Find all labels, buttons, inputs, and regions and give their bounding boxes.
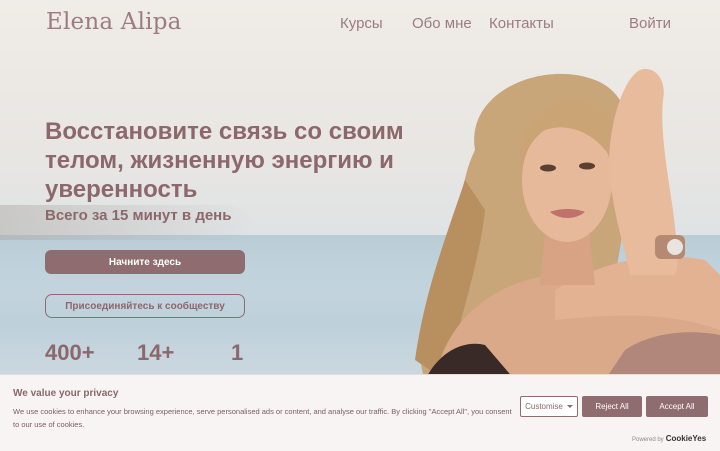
join-community-button[interactable]: Присоединяйтесь к сообществу <box>45 294 245 318</box>
stat-value: 14+ <box>137 340 175 365</box>
chevron-down-icon <box>566 405 573 408</box>
customise-button[interactable]: Customise <box>520 396 578 417</box>
hero-portrait-image <box>415 69 720 380</box>
accept-all-button[interactable]: Accept All <box>646 396 708 417</box>
start-here-button[interactable]: Начните здесь <box>45 250 245 274</box>
stat-value: 400+ <box>45 340 95 365</box>
stat-value: 1 <box>231 340 244 365</box>
cookie-banner-title: We value your privacy <box>13 388 119 399</box>
cookieyes-logo: CookieYes <box>665 434 707 443</box>
powered-by-label: Powered by <box>632 437 664 443</box>
nav-link-about[interactable]: Обо мне <box>412 15 472 32</box>
cookie-consent-banner: We value your privacy We use cookies to … <box>0 374 720 451</box>
hero-headline: Восстановите связь со своим телом, жизне… <box>45 118 404 203</box>
customise-button-label: Customise <box>525 402 563 411</box>
powered-by-cookieyes[interactable]: Powered by CookieYes <box>632 434 706 443</box>
cookie-banner-text: We use cookies to enhance your browsing … <box>13 407 512 429</box>
nav-link-contacts[interactable]: Контакты <box>489 15 554 32</box>
login-link[interactable]: Войти <box>629 15 671 32</box>
reject-all-button[interactable]: Reject All <box>582 396 642 417</box>
site-logo[interactable]: Elena Alipa <box>46 9 182 35</box>
nav-link-courses[interactable]: Курсы <box>340 15 383 32</box>
hero-subheadline: Всего за 15 минут в день <box>45 207 232 224</box>
